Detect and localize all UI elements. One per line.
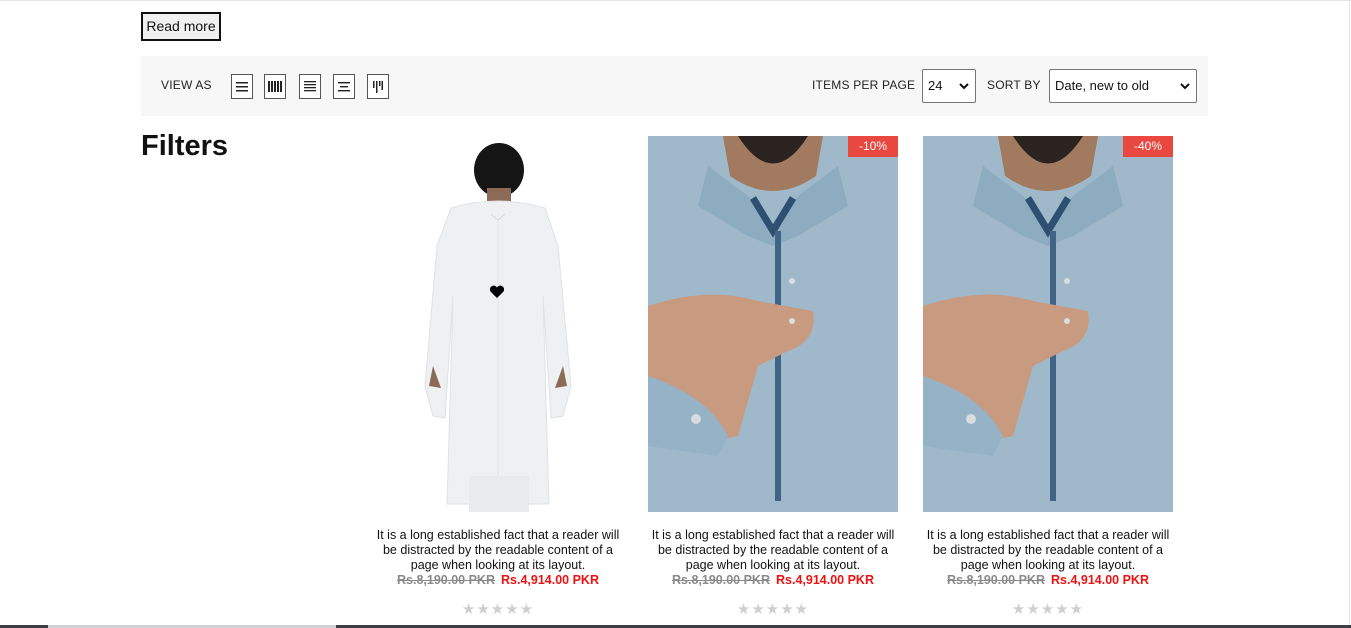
items-per-page-value: 24 [928, 78, 943, 93]
product-image[interactable] [373, 136, 623, 512]
old-price: Rs.8,190.00 PKR [672, 573, 770, 587]
product-description: It is a long established fact that a rea… [926, 528, 1170, 572]
read-more-button[interactable]: Read more [141, 12, 221, 41]
sale-price: Rs.4,914.00 PKR [501, 573, 599, 587]
product-description: It is a long established fact that a rea… [651, 528, 895, 572]
sort-by-label: SORT BY [987, 78, 1041, 92]
product-prices: Rs.8,190.00 PKR Rs.4,914.00 PKR [373, 573, 623, 587]
product-image[interactable]: -40% [923, 136, 1173, 512]
product-prices: Rs.8,190.00 PKR Rs.4,914.00 PKR [923, 573, 1173, 587]
right-divider [1349, 0, 1350, 628]
sort-by-select[interactable]: Date, new to old [1049, 69, 1197, 103]
items-per-page-label: ITEMS PER PAGE [812, 78, 916, 92]
sort-by-value: Date, new to old [1055, 78, 1149, 93]
heart-icon[interactable] [489, 285, 505, 299]
light-blue-kurta-collar [648, 136, 898, 512]
center-view-icon[interactable] [333, 74, 355, 99]
sale-price: Rs.4,914.00 PKR [776, 573, 874, 587]
light-blue-kurta-collar [923, 136, 1173, 512]
rating-stars: ★★★★★ [461, 601, 535, 618]
product-image[interactable]: -10% [648, 136, 898, 512]
white-kurta-back-view [373, 136, 623, 512]
list-view-icon[interactable] [231, 74, 253, 99]
product-prices: Rs.8,190.00 PKR Rs.4,914.00 PKR [648, 573, 898, 587]
collection-toolbar: VIEW AS ITEMS PER PAGE 24 SORT BY Date, … [141, 56, 1208, 116]
top-divider [0, 0, 1351, 1]
sale-price: Rs.4,914.00 PKR [1051, 573, 1149, 587]
discount-badge: -40% [1123, 136, 1173, 157]
grid-many-columns-icon[interactable] [264, 74, 286, 99]
rating-stars: ★★★★★ [736, 601, 810, 618]
filters-title: Filters [141, 130, 229, 162]
discount-badge: -10% [848, 136, 898, 157]
product-description: It is a long established fact that a rea… [376, 528, 620, 572]
old-price: Rs.8,190.00 PKR [397, 573, 495, 587]
masonry-view-icon[interactable] [367, 74, 389, 99]
old-price: Rs.8,190.00 PKR [947, 573, 1045, 587]
justify-view-icon[interactable] [299, 74, 321, 99]
chevron-down-icon [959, 83, 969, 90]
chevron-down-icon [1180, 83, 1190, 90]
view-as-label: VIEW AS [161, 78, 212, 92]
rating-stars: ★★★★★ [1011, 601, 1085, 618]
items-per-page-select[interactable]: 24 [922, 69, 976, 103]
